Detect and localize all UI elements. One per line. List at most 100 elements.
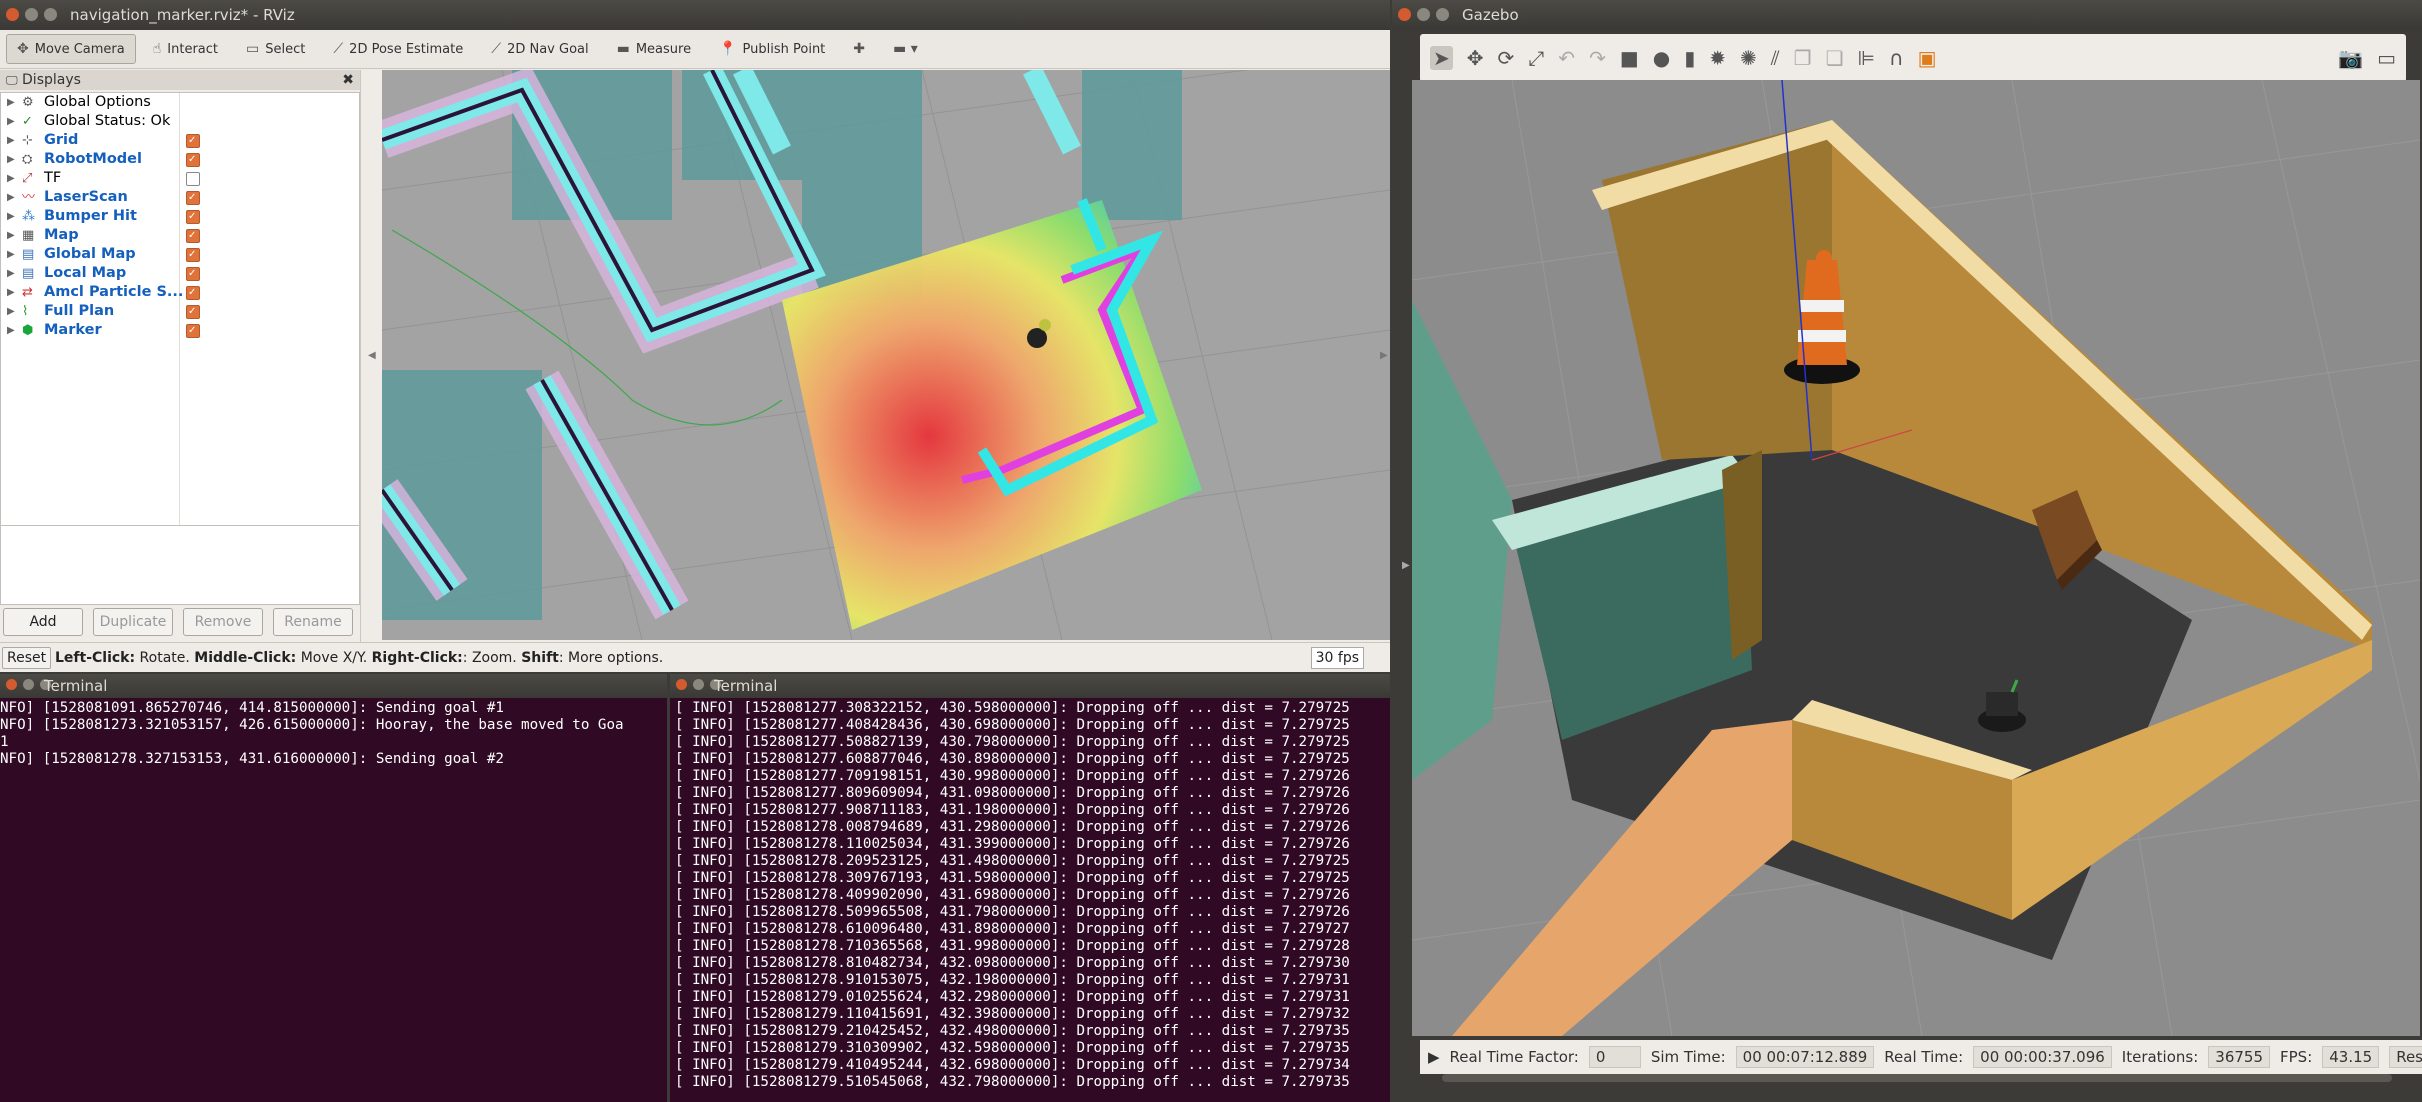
minimize-window-button[interactable] xyxy=(23,679,34,690)
close-window-button[interactable] xyxy=(1398,8,1411,21)
reset-time-button[interactable]: Res xyxy=(2389,1046,2422,1068)
expand-arrow-icon[interactable]: ▶ xyxy=(7,169,15,188)
tool-interact-button[interactable]: ☝ Interact xyxy=(142,34,229,64)
enabled-checkbox[interactable] xyxy=(186,302,200,321)
record-icon[interactable]: ▭ xyxy=(2377,46,2396,70)
display-item-global-options[interactable]: ▶ ⚙ Global Options xyxy=(1,93,359,112)
display-item-global-status-ok[interactable]: ▶ ✓ Global Status: Ok xyxy=(1,112,359,131)
enabled-checkbox[interactable] xyxy=(186,264,200,283)
tool-publish-point-button[interactable]: 📍 Publish Point xyxy=(708,34,836,64)
minimize-window-button[interactable] xyxy=(1417,8,1430,21)
display-type-icon: ⁂ xyxy=(22,209,35,224)
display-item-laserscan[interactable]: ▶ 〰 LaserScan xyxy=(1,188,359,207)
scale-icon[interactable]: ⤢ xyxy=(1528,46,1544,70)
collapse-right-handle[interactable]: ▶ xyxy=(1380,350,1388,361)
enabled-checkbox[interactable] xyxy=(186,245,200,264)
paste-icon[interactable]: ❏ xyxy=(1826,46,1844,70)
display-item-bumper-hit[interactable]: ▶ ⁂ Bumper Hit xyxy=(1,207,359,226)
close-window-button[interactable] xyxy=(676,679,687,690)
expand-arrow-icon[interactable]: ▶ xyxy=(7,264,15,283)
rotate-icon[interactable]: ⟳ xyxy=(1498,46,1515,70)
point-light-icon[interactable]: ✹ xyxy=(1709,46,1726,70)
collapse-left-handle[interactable]: ◀ xyxy=(368,350,376,361)
expand-arrow-icon[interactable]: ▶ xyxy=(7,321,15,340)
copy-icon[interactable]: ❐ xyxy=(1794,46,1812,70)
box-icon[interactable]: ■ xyxy=(1620,46,1639,70)
terminal-window-2[interactable]: Terminal [ INFO] [1528081277.308322152, … xyxy=(670,674,1390,1102)
duplicate-button[interactable]: Duplicate xyxy=(93,608,173,636)
redo-icon[interactable]: ↷ xyxy=(1589,46,1606,70)
expand-arrow-icon[interactable]: ▶ xyxy=(7,93,15,112)
select-arrow-icon[interactable]: ➤ xyxy=(1430,46,1453,70)
align-icon[interactable]: ⊫ xyxy=(1858,46,1875,70)
rviz-3d-view[interactable] xyxy=(382,70,1390,640)
enabled-checkbox[interactable] xyxy=(186,150,200,169)
enabled-checkbox[interactable] xyxy=(186,283,200,302)
tool-select-button[interactable]: ▭ Select xyxy=(235,34,316,64)
display-item-global-map[interactable]: ▶ ▤ Global Map xyxy=(1,245,359,264)
display-item-amcl-particle-s[interactable]: ▶ ⇄ Amcl Particle S... xyxy=(1,283,359,302)
terminal-window-1[interactable]: Terminal NFO] [1528081091.865270746, 414… xyxy=(0,674,667,1102)
terminal-line: [ INFO] [1528081278.110025034, 431.39900… xyxy=(675,836,1350,852)
horizontal-scrollbar[interactable] xyxy=(1412,1074,2420,1102)
directional-light-icon[interactable]: ⫽ xyxy=(1771,46,1780,70)
play-icon[interactable]: ▶ xyxy=(1428,1048,1440,1066)
gazebo-3d-scene[interactable] xyxy=(1412,80,2420,1036)
display-item-robotmodel[interactable]: ▶ ⛭ RobotModel xyxy=(1,150,359,169)
rename-button[interactable]: Rename xyxy=(273,608,353,636)
display-item-grid[interactable]: ▶ ⊹ Grid xyxy=(1,131,359,150)
terminal-line: [ INFO] [1528081279.010255624, 432.29800… xyxy=(675,989,1350,1005)
screenshot-icon[interactable]: 📷 xyxy=(2338,46,2363,70)
add-button[interactable]: Add xyxy=(3,608,83,636)
maximize-window-button[interactable] xyxy=(44,8,57,21)
undo-icon[interactable]: ↶ xyxy=(1558,46,1575,70)
tool-plus-button[interactable]: ✚ xyxy=(842,34,876,64)
display-type-icon: ⤢ xyxy=(22,171,33,186)
expand-arrow-icon[interactable]: ▶ xyxy=(7,131,15,150)
tool-2d-pose-estimate-button[interactable]: ⟋ 2D Pose Estimate xyxy=(322,34,474,64)
display-item-local-map[interactable]: ▶ ▤ Local Map xyxy=(1,264,359,283)
expand-arrow-icon[interactable]: ▶ xyxy=(7,112,15,131)
display-item-full-plan[interactable]: ▶ ⌇ Full Plan xyxy=(1,302,359,321)
sphere-icon[interactable]: ● xyxy=(1653,46,1670,70)
minimize-window-button[interactable] xyxy=(693,679,704,690)
display-item-marker[interactable]: ▶ ⬢ Marker xyxy=(1,321,359,340)
expand-arrow-icon[interactable]: ▶ xyxy=(7,188,15,207)
expand-arrow-icon[interactable]: ▶ xyxy=(7,245,15,264)
terminal-line: [ INFO] [1528081277.308322152, 430.59800… xyxy=(675,700,1350,716)
spot-light-icon[interactable]: ✺ xyxy=(1740,46,1757,70)
cylinder-icon[interactable]: ▮ xyxy=(1684,46,1695,70)
minimize-window-button[interactable] xyxy=(25,8,38,21)
tool-move-camera-button[interactable]: ✥ Move Camera xyxy=(6,34,136,64)
expand-arrow-icon[interactable]: ▶ xyxy=(7,207,15,226)
translate-icon[interactable]: ✥ xyxy=(1467,46,1484,70)
snap-icon[interactable]: ∩ xyxy=(1889,46,1904,70)
enabled-checkbox[interactable] xyxy=(186,172,200,186)
enabled-checkbox[interactable] xyxy=(186,131,200,150)
hint-key: Middle-Click: xyxy=(194,650,297,666)
reset-button[interactable]: Reset xyxy=(2,647,52,669)
remove-button[interactable]: Remove xyxy=(183,608,263,636)
close-panel-icon[interactable]: ✖ xyxy=(342,70,354,90)
tool-label: 2D Pose Estimate xyxy=(349,41,464,57)
expand-arrow-icon[interactable]: ▶ xyxy=(7,150,15,169)
maximize-window-button[interactable] xyxy=(1436,8,1449,21)
display-item-map[interactable]: ▶ ▦ Map xyxy=(1,226,359,245)
enabled-checkbox[interactable] xyxy=(186,207,200,226)
enabled-checkbox[interactable] xyxy=(186,226,200,245)
left-expand-handle[interactable]: ▶ xyxy=(1402,560,1410,571)
change-view-icon[interactable]: ▣ xyxy=(1918,46,1937,70)
expand-arrow-icon[interactable]: ▶ xyxy=(7,226,15,245)
tool-minus-dropdown-button[interactable]: ▬ ▾ xyxy=(882,34,929,64)
expand-arrow-icon[interactable]: ▶ xyxy=(7,283,15,302)
expand-arrow-icon[interactable]: ▶ xyxy=(7,302,15,321)
close-window-button[interactable] xyxy=(6,8,19,21)
display-type-icon: ▦ xyxy=(22,228,35,243)
scrollbar-thumb[interactable] xyxy=(1442,1074,2392,1082)
display-item-tf[interactable]: ▶ ⤢ TF xyxy=(1,169,359,188)
enabled-checkbox[interactable] xyxy=(186,321,200,340)
tool-measure-button[interactable]: ▬ Measure xyxy=(606,34,702,64)
close-window-button[interactable] xyxy=(6,679,17,690)
tool-2d-nav-goal-button[interactable]: ⟋ 2D Nav Goal xyxy=(480,34,599,64)
enabled-checkbox[interactable] xyxy=(186,188,200,207)
